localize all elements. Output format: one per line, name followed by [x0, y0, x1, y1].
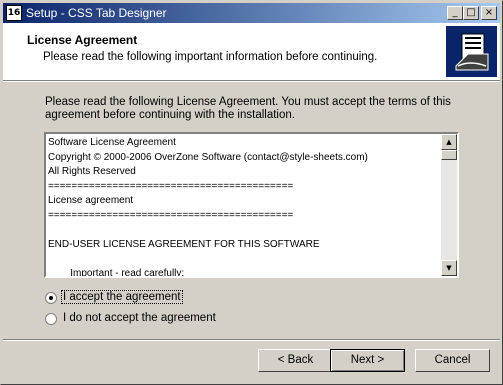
- license-textbox[interactable]: Software License Agreement Copyright © 20…: [44, 132, 459, 278]
- footer-divider: [3, 339, 500, 341]
- scroll-thumb[interactable]: [441, 150, 457, 160]
- scroll-down-arrow-icon[interactable]: ▼: [441, 260, 457, 276]
- page-subtitle: Please read the following important info…: [43, 51, 378, 63]
- license-line: END-USER LICENSE AGREEMENT FOR THIS SOFT…: [48, 239, 320, 251]
- setup-app-icon[interactable]: 16: [6, 5, 22, 21]
- next-button[interactable]: Next >: [330, 349, 405, 372]
- intro-text: Please read the following License Agreem…: [45, 96, 451, 121]
- setup-window: 16 Setup - CSS Tab Designer _ □ × Licens…: [0, 0, 503, 385]
- license-line: ========================================…: [48, 180, 294, 192]
- back-button[interactable]: < Back: [258, 349, 333, 372]
- title-bar[interactable]: 16 Setup - CSS Tab Designer _ □ ×: [3, 3, 500, 23]
- license-line: All Rights Reserved: [48, 166, 136, 178]
- license-scrollbar[interactable]: ▲ ▼: [441, 134, 457, 276]
- license-line: [48, 253, 440, 268]
- window-title: Setup - CSS Tab Designer: [26, 6, 167, 20]
- accept-label[interactable]: I accept the agreement: [61, 290, 183, 304]
- close-button[interactable]: ×: [481, 6, 497, 20]
- license-line: Software License Agreement: [48, 137, 176, 148]
- cancel-button[interactable]: Cancel: [415, 349, 490, 372]
- accept-radio[interactable]: [45, 292, 57, 304]
- radio-selected-dot: [49, 296, 53, 300]
- minimize-button[interactable]: _: [447, 6, 463, 20]
- decline-radio[interactable]: [45, 313, 57, 325]
- page-title: License Agreement: [27, 33, 138, 47]
- decline-option[interactable]: I do not accept the agreement: [45, 312, 220, 328]
- license-line: License agreement: [48, 195, 134, 207]
- license-line: [48, 224, 440, 239]
- license-line: Important - read carefully:: [48, 268, 185, 278]
- wizard-header: License Agreement Please read the follow…: [3, 23, 500, 80]
- accept-option[interactable]: I accept the agreement: [45, 290, 185, 307]
- decline-label[interactable]: I do not accept the agreement: [62, 312, 217, 324]
- license-line: ========================================…: [48, 209, 294, 221]
- scroll-up-arrow-icon[interactable]: ▲: [441, 134, 457, 150]
- header-divider: [3, 80, 500, 82]
- setup-logo-icon: [446, 26, 497, 77]
- license-text: Software License Agreement Copyright © 20…: [48, 136, 440, 278]
- maximize-button[interactable]: □: [463, 6, 479, 20]
- license-line: Copyright © 2000-2006 OverZone Software …: [48, 151, 368, 163]
